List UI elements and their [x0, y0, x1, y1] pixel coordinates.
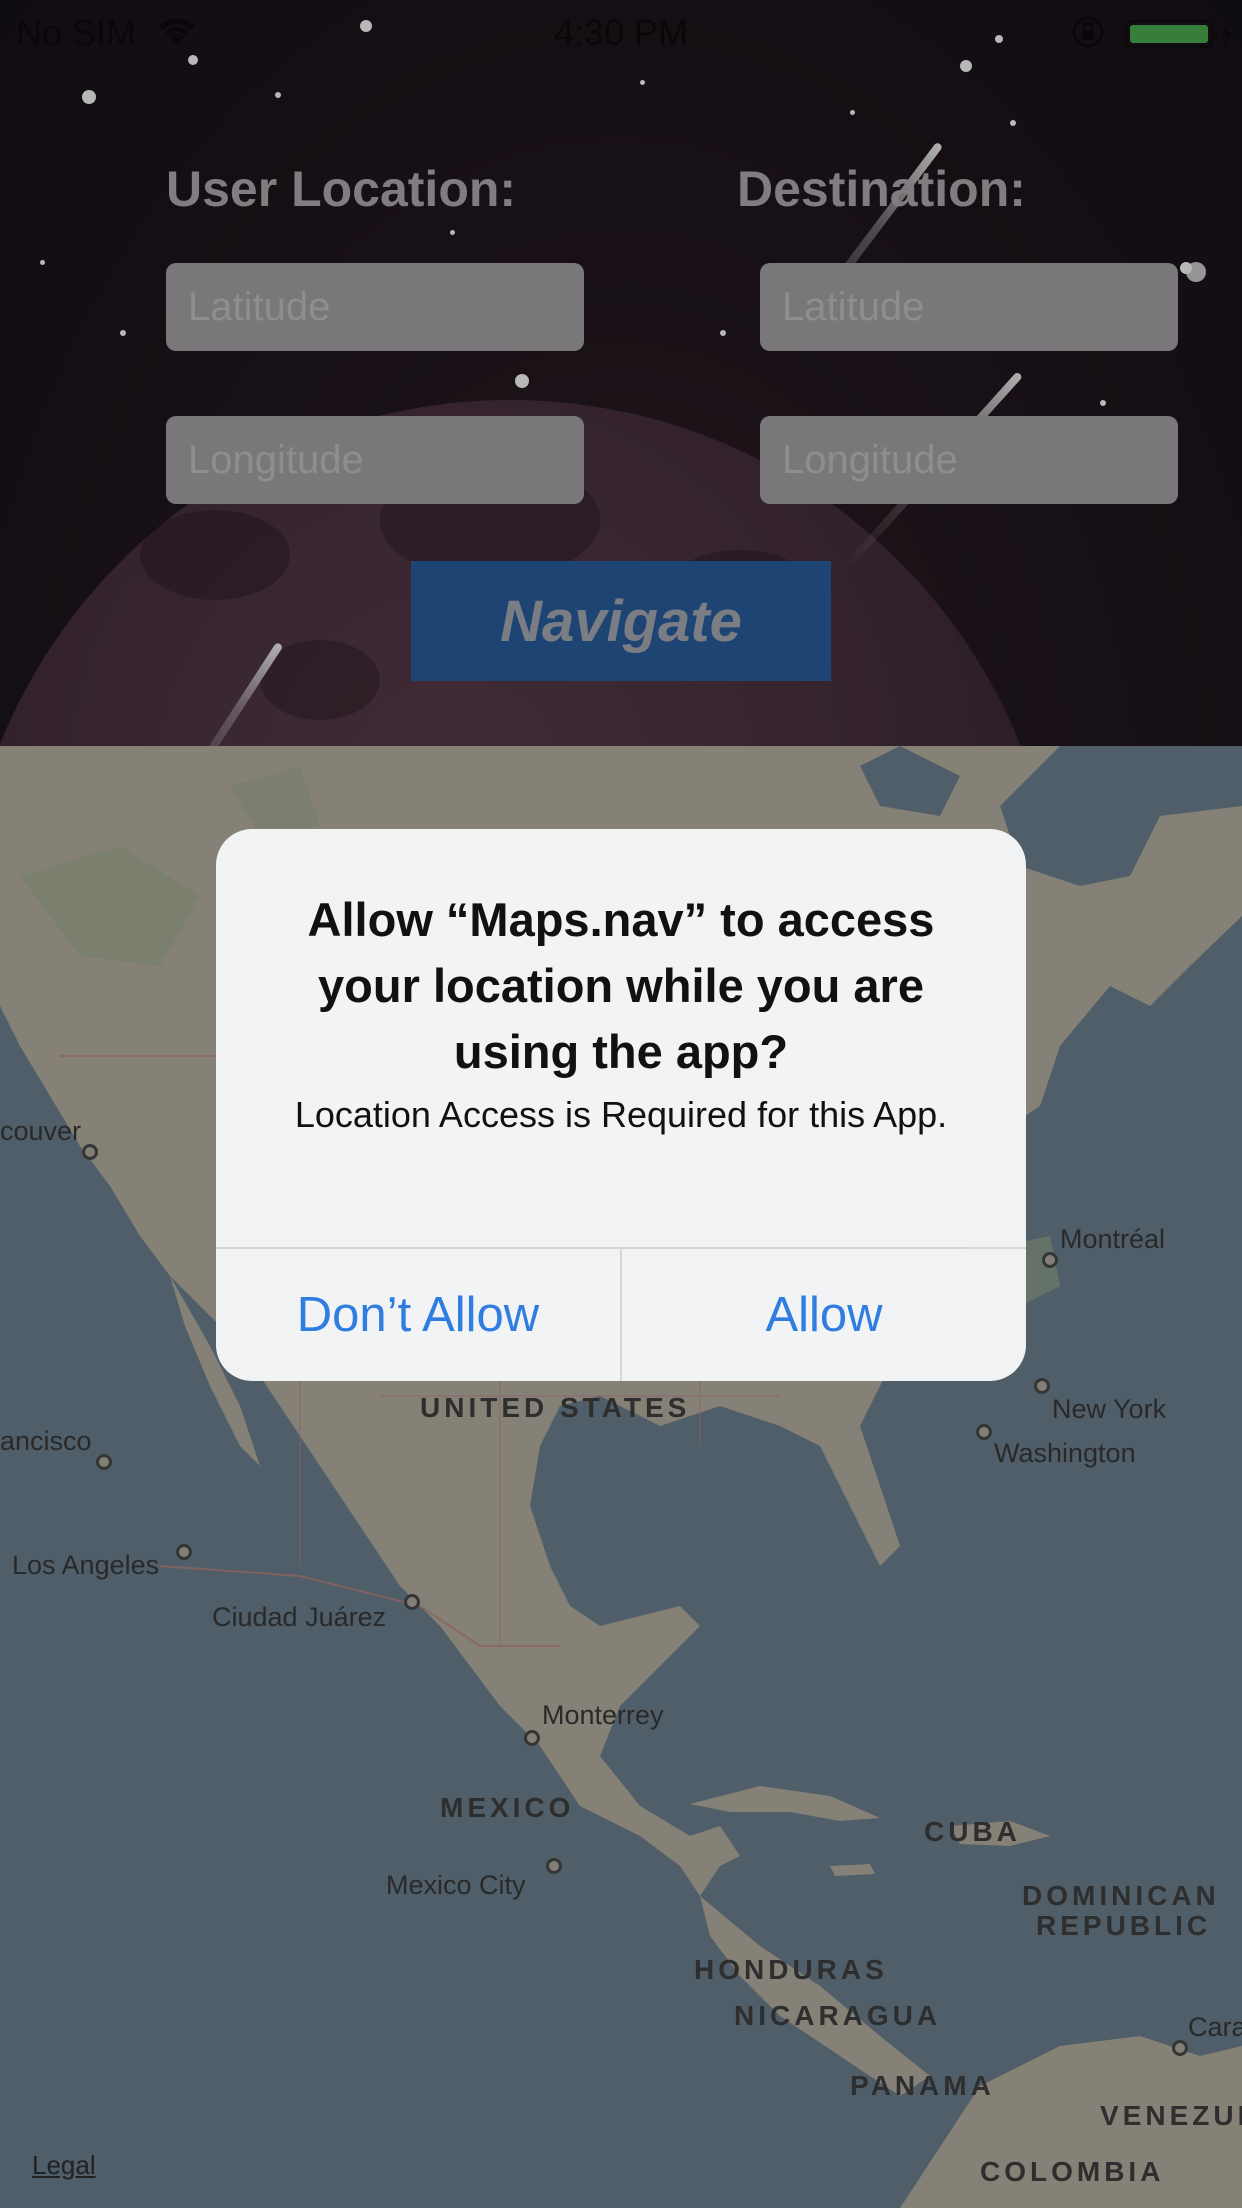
- alert-title: Allow “Maps.nav” to access your location…: [307, 893, 935, 1078]
- dont-allow-button[interactable]: Don’t Allow: [216, 1249, 620, 1381]
- allow-button[interactable]: Allow: [622, 1249, 1026, 1381]
- alert-message: Location Access is Required for this App…: [294, 1094, 948, 1135]
- location-permission-alert: Allow “Maps.nav” to access your location…: [216, 829, 1026, 1381]
